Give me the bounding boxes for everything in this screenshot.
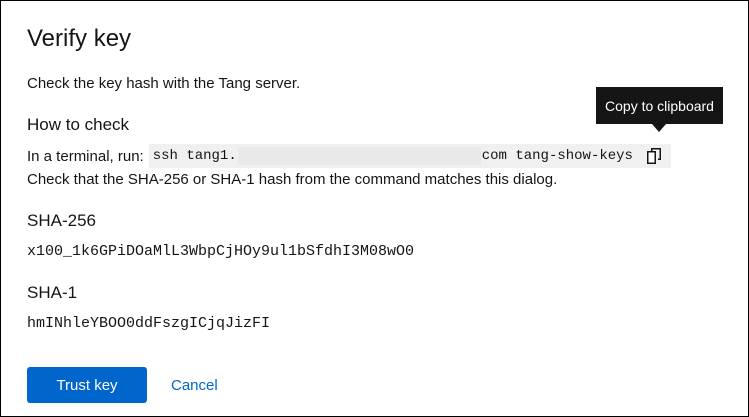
verify-key-dialog: Verify key Check the key hash with the T… [0,0,749,417]
sha256-value: x100_1k6GPiDOaMlL3WbpCjHOy9ul1bSfdhI3M08… [27,243,415,260]
copy-icon[interactable] [645,147,663,165]
how-to-check-heading: How to check [27,115,130,134]
sha256-heading: SHA-256 [27,211,96,230]
trust-key-button[interactable]: Trust key [27,367,147,403]
tooltip-arrow [652,124,666,132]
terminal-instruction: In a terminal, run: ssh tang1. com tang-… [27,144,671,168]
redacted-hostname [237,147,481,165]
sha1-heading: SHA-1 [27,283,78,302]
cancel-button[interactable]: Cancel [161,367,228,403]
command-clipboard: ssh tang1. com tang-show-keys [148,144,671,168]
copy-icon-graphic [646,148,661,164]
instruction-prefix: In a terminal, run: [27,147,144,165]
sha1-value: hmINhleYBOO0ddFszgICjqJizFI [27,315,271,332]
copy-tooltip: Copy to clipboard [596,87,723,124]
command-text-end: com tang-show-keys [481,148,633,164]
check-hash-instruction: Check that the SHA-256 or SHA-1 hash fro… [27,171,558,188]
dialog-title: Verify key [27,25,132,52]
dialog-description: Check the key hash with the Tang server. [27,75,301,92]
command-text-start: ssh tang1. [152,148,237,164]
